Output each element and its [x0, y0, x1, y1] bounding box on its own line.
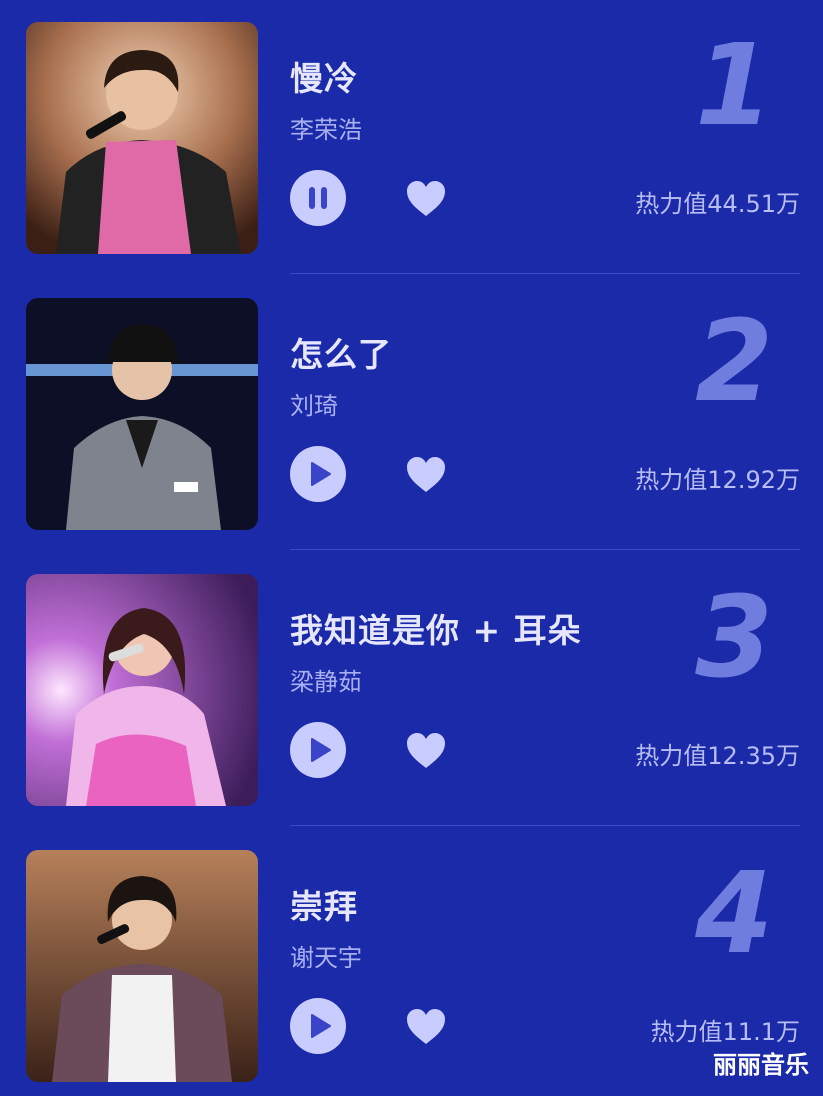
- pause-button[interactable]: [290, 170, 346, 226]
- song-title: 怎么了: [290, 335, 392, 374]
- play-icon: [311, 738, 331, 762]
- heart-icon: [407, 1009, 445, 1044]
- like-button[interactable]: [405, 455, 447, 495]
- list-item[interactable]: 崇拜 谢天宇 4 热力值11.1万: [0, 850, 823, 1082]
- album-cover[interactable]: [26, 850, 258, 1082]
- singer-photo: [26, 298, 258, 530]
- rank-number: 3: [695, 573, 773, 703]
- song-title: 慢冷: [290, 59, 358, 98]
- singer-photo: [26, 574, 258, 806]
- rank-number: 1: [695, 21, 773, 151]
- heart-icon: [407, 733, 445, 768]
- list-item[interactable]: 慢冷 李荣浩 1 热力值44.51万: [0, 21, 823, 274]
- play-icon: [311, 1014, 331, 1038]
- heart-icon: [407, 457, 445, 492]
- heart-icon: [407, 181, 445, 216]
- artist-name: 谢天宇: [290, 944, 362, 972]
- album-cover[interactable]: [26, 22, 258, 254]
- song-title: 崇拜: [290, 887, 358, 926]
- artist-name: 梁静茹: [290, 668, 362, 696]
- watermark: 丽丽音乐: [713, 1051, 809, 1079]
- divider: [290, 549, 800, 550]
- like-button[interactable]: [405, 731, 447, 771]
- artist-name: 刘琦: [290, 392, 338, 420]
- like-button[interactable]: [405, 1007, 447, 1047]
- album-cover[interactable]: [26, 574, 258, 806]
- play-icon: [311, 462, 331, 486]
- play-button[interactable]: [290, 722, 346, 778]
- divider: [290, 825, 800, 826]
- like-button[interactable]: [405, 179, 447, 219]
- play-button[interactable]: [290, 998, 346, 1054]
- heat-value: 热力值44.51万: [635, 190, 800, 218]
- artist-name: 李荣浩: [290, 116, 362, 144]
- heat-value: 热力值12.35万: [635, 742, 800, 770]
- rank-number: 4: [695, 849, 773, 979]
- singer-photo: [26, 850, 258, 1082]
- album-cover[interactable]: [26, 298, 258, 530]
- song-title: 我知道是你 + 耳朵: [290, 611, 582, 650]
- pause-icon: [309, 187, 327, 209]
- rank-number: 2: [695, 297, 773, 427]
- play-button[interactable]: [290, 446, 346, 502]
- singer-photo: [26, 22, 258, 254]
- heat-value: 热力值12.92万: [635, 466, 800, 494]
- heat-value: 热力值11.1万: [650, 1018, 800, 1046]
- list-item[interactable]: 怎么了 刘琦 2 热力值12.92万: [0, 297, 823, 550]
- divider: [290, 273, 800, 274]
- list-item[interactable]: 我知道是你 + 耳朵 梁静茹 3 热力值12.35万: [0, 573, 823, 826]
